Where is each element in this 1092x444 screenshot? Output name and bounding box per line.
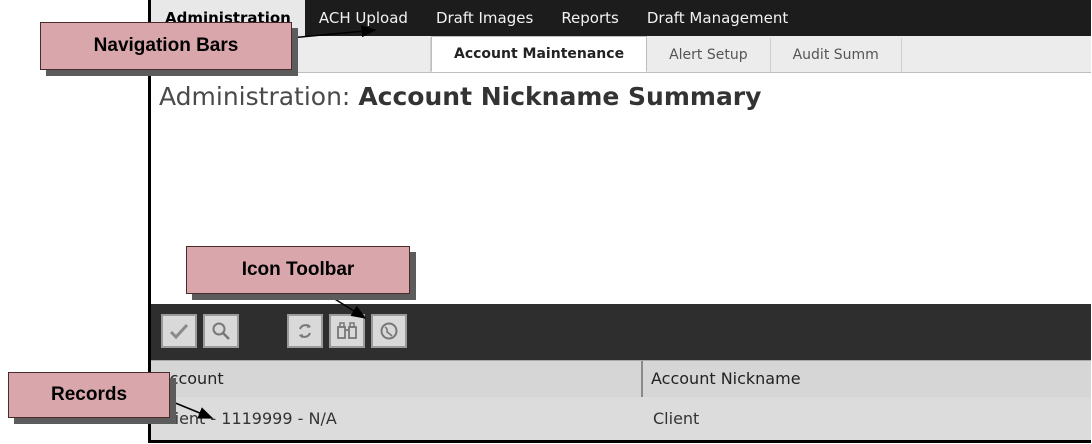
records-callout-arrow (167, 399, 214, 419)
callout-icon-toolbar: Icon Toolbar (186, 246, 410, 294)
navigation-callout-arrow (289, 25, 377, 39)
callout-navigation-bars: Navigation Bars (40, 22, 292, 70)
callout-records: Records (8, 372, 170, 418)
toolbar-callout-arrow (329, 295, 367, 319)
